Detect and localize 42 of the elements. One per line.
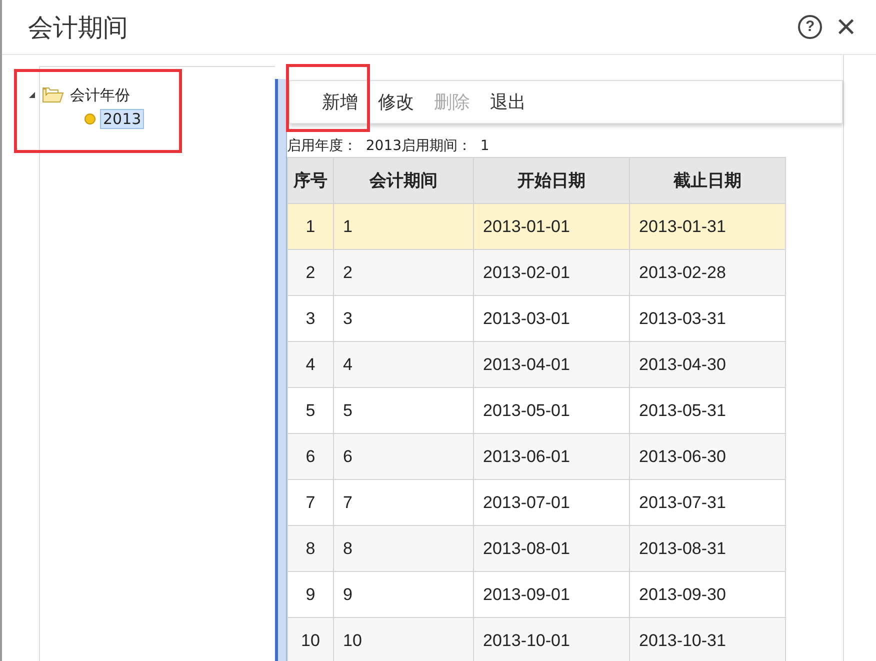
column-header: 会计期间: [334, 158, 474, 204]
table-cell: 2013-01-31: [630, 204, 786, 250]
column-header: 开始日期: [474, 158, 630, 204]
table-cell: 2013-04-01: [474, 342, 630, 388]
window-title: 会计期间: [28, 12, 128, 44]
column-header: 截止日期: [630, 158, 786, 204]
toolbar-button[interactable]: 退出: [484, 86, 532, 118]
table-cell: 2013-06-30: [630, 434, 786, 480]
help-button[interactable]: ?: [798, 15, 822, 39]
table-cell: 4: [334, 342, 474, 388]
tree-item[interactable]: 会计年份: [68, 86, 132, 104]
toolbar-button[interactable]: 新增: [316, 86, 364, 118]
table-cell: 6: [288, 434, 334, 480]
table-cell: 4: [288, 342, 334, 388]
table-cell: 2013-04-30: [630, 342, 786, 388]
tree-item[interactable]: 2013: [100, 109, 144, 129]
table-cell: 2013-02-28: [630, 250, 786, 296]
table-cell: 8: [334, 526, 474, 572]
table-cell: 2013-10-01: [474, 618, 630, 661]
table-cell: 2013-08-31: [630, 526, 786, 572]
table-cell: 6: [334, 434, 474, 480]
table-cell: 2013-01-01: [474, 204, 630, 250]
table-cell: 2013-10-31: [630, 618, 786, 661]
collapse-triangle-icon[interactable]: [28, 91, 36, 99]
info-text: 启用年度： 2013: [287, 137, 402, 155]
table-cell: 2: [288, 250, 334, 296]
table-cell: 1: [334, 204, 474, 250]
dot-icon: [84, 113, 96, 125]
table-cell: 10: [288, 618, 334, 661]
table-cell: 2013-08-01: [474, 526, 630, 572]
table-cell: 2013-06-01: [474, 434, 630, 480]
folder-icon: [42, 86, 64, 104]
table-cell: 1: [288, 204, 334, 250]
toolbar-button[interactable]: 修改: [372, 86, 420, 118]
info-text: 启用期间： 1: [402, 137, 490, 155]
close-button[interactable]: ×: [836, 12, 856, 42]
table-cell: 2013-02-01: [474, 250, 630, 296]
column-header: 序号: [288, 158, 334, 204]
table-cell: 8: [288, 526, 334, 572]
splitter[interactable]: [275, 79, 287, 661]
table-cell: 10: [334, 618, 474, 661]
table-cell: 2: [334, 250, 474, 296]
